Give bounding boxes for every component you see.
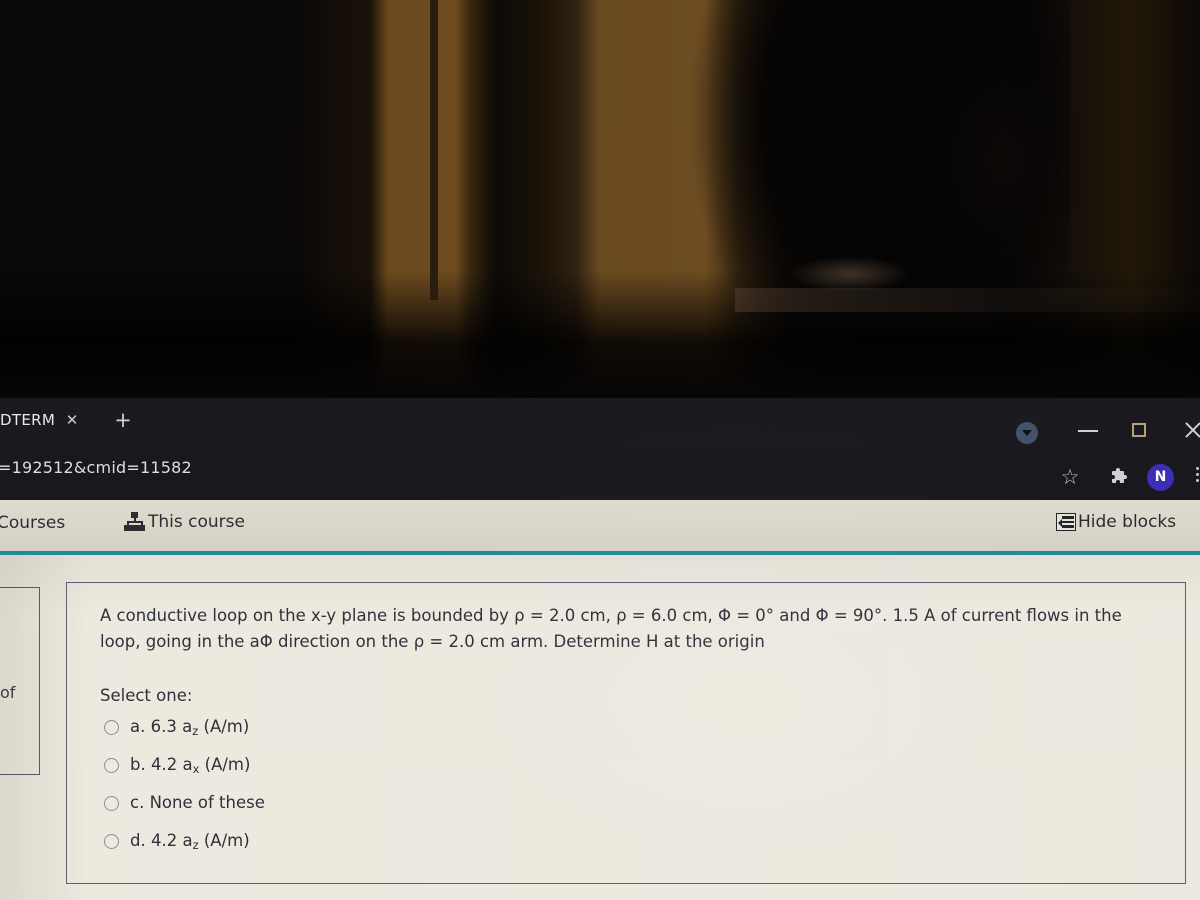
panel-collapse-icon [1056,513,1076,531]
hide-blocks-label: Hide blocks [1078,512,1177,532]
new-tab-plus-icon[interactable]: + [113,410,133,431]
question-text: A conductive loop on the x-y plane is bo… [100,606,1122,651]
browser-tab-title[interactable]: DTERM [0,411,70,429]
answer-key-c: c. [130,793,145,812]
shelf-ledge-highlight [735,288,1200,312]
extensions-puzzle-icon[interactable] [1108,465,1132,489]
nav-this-course-label: This course [148,512,245,532]
window-close-button[interactable] [1184,420,1200,440]
answer-label-b: b. 4.2 ax (A/m) [130,755,250,776]
browser-kebab-menu-icon[interactable] [1191,464,1200,492]
nav-item-courses[interactable]: Courses [0,513,65,533]
answer-unit-a: (A/m) [198,717,250,736]
answer-subscript-a: z [192,724,199,738]
answer-option-b[interactable]: b. 4.2 ax (A/m) [104,755,250,776]
answer-unit-b: (A/m) [199,755,251,774]
profile-avatar[interactable]: N [1147,464,1174,491]
question-navigation-text: of [0,683,16,702]
sitemap-icon [124,512,146,532]
answer-value-b: 4.2 a [150,755,193,774]
dark-room-photo-background [0,0,1200,398]
window-minimize-button[interactable] [1078,420,1100,440]
answer-label-d: d. 4.2 az (A/m) [130,831,250,852]
answer-label-a: a. 6.3 az (A/m) [130,717,249,738]
answer-value-c: None of these [149,793,265,812]
answer-option-c[interactable]: c. None of these [104,793,265,814]
answer-key-d: d. [130,831,146,850]
answer-option-d[interactable]: d. 4.2 az (A/m) [104,831,250,852]
radio-button-c[interactable] [104,796,119,811]
tab-close-icon[interactable]: ✕ [64,412,80,428]
bookmark-star-icon[interactable]: ☆ [1058,465,1082,489]
answer-value-d: 4.2 a [150,831,193,850]
question-navigation-block[interactable] [0,587,40,775]
answer-subscript-b: x [192,762,200,776]
select-one-label: Select one: [100,686,193,705]
url-input[interactable]: =192512&cmid=11582 [0,458,192,477]
door-frame-edge [430,0,438,300]
radio-button-a[interactable] [104,720,119,735]
dark-shadow-shape-secondary [930,60,1080,260]
answer-label-c: c. None of these [130,793,265,814]
window-maximize-button[interactable] [1130,420,1152,440]
hide-blocks-button[interactable]: Hide blocks [1056,512,1176,532]
answer-subscript-d: z [192,838,199,852]
answer-key-b: b. [130,755,146,774]
screenshot-root: DTERM ✕ + =192512&cmid=11582 ☆ N Courses [0,0,1200,900]
answer-option-a[interactable]: a. 6.3 az (A/m) [104,717,249,738]
radio-button-b[interactable] [104,758,119,773]
radio-button-d[interactable] [104,834,119,849]
answer-value-a: 6.3 a [150,717,193,736]
window-restore-dropdown-icon[interactable] [1016,422,1038,444]
nav-item-this-course[interactable]: This course [124,512,245,532]
answer-key-a: a. [130,717,146,736]
answer-unit-d: (A/m) [198,831,250,850]
